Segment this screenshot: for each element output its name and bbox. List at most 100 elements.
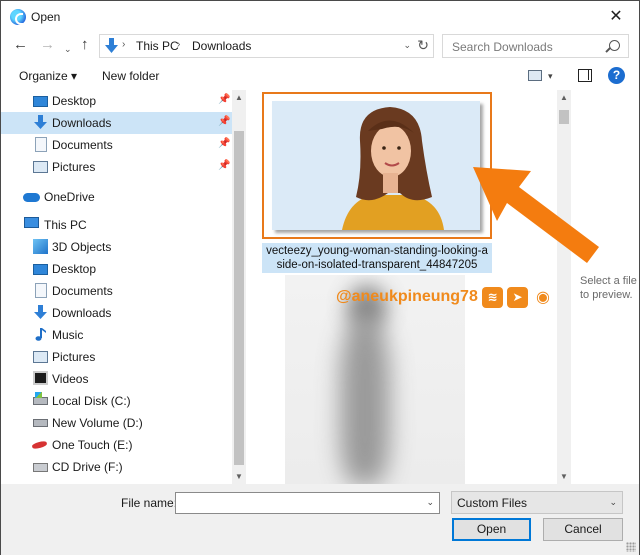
- sidebar-item-label: Local Disk (C:): [52, 394, 131, 408]
- search-placeholder: Search Downloads: [452, 40, 553, 54]
- sidebar-item-music[interactable]: Music: [1, 324, 232, 346]
- open-button[interactable]: Open: [452, 518, 531, 541]
- onedrive-cloud-icon: [23, 193, 40, 202]
- refresh-icon[interactable]: ↻: [417, 37, 429, 54]
- sidebar-item-local-disk-c[interactable]: Local Disk (C:): [1, 390, 232, 412]
- up-arrow-icon[interactable]: ↑: [81, 37, 89, 53]
- this-pc-icon: [24, 217, 39, 228]
- sidebar-item-label: Desktop: [52, 94, 97, 108]
- sidebar-item-cd-drive-f[interactable]: CD Drive (F:): [1, 456, 232, 478]
- navigation-pane: Desktop 📌 Downloads 📌 Documents 📌 Pictur…: [1, 90, 246, 484]
- download-icon: [34, 305, 47, 319]
- recent-locations-chevron-icon[interactable]: ⌄: [64, 41, 72, 57]
- title-bar: Open ✕: [1, 1, 639, 33]
- file-thumbnail-frame[interactable]: [262, 92, 492, 239]
- blurred-file-item[interactable]: [285, 275, 465, 484]
- file-name-dropdown-icon[interactable]: ⌄: [426, 497, 434, 508]
- pin-icon: 📌: [218, 116, 231, 127]
- sidebar-item-documents-pc[interactable]: Documents: [1, 280, 232, 302]
- download-icon: [105, 38, 118, 53]
- scrollbar-thumb[interactable]: [234, 131, 244, 465]
- sidebar-item-documents[interactable]: Documents 📌: [1, 134, 232, 156]
- breadcrumb-downloads[interactable]: Downloads: [192, 39, 251, 53]
- forward-arrow-icon[interactable]: →: [40, 37, 55, 53]
- sidebar-item-label: Documents: [52, 138, 113, 152]
- sidebar-item-one-touch-e[interactable]: One Touch (E:): [1, 434, 232, 456]
- new-folder-button[interactable]: New folder: [102, 69, 159, 83]
- help-icon[interactable]: ?: [608, 67, 625, 84]
- sidebar-item-pictures-pc[interactable]: Pictures: [1, 346, 232, 368]
- chevron-down-icon[interactable]: ⌄: [609, 497, 617, 508]
- preview-pane-toggle-icon[interactable]: [578, 69, 592, 82]
- sidebar-item-3d-objects[interactable]: 3D Objects: [1, 236, 232, 258]
- organize-button[interactable]: Organize ▾: [19, 69, 77, 83]
- 3d-objects-icon: [33, 239, 48, 254]
- breadcrumb-this-pc[interactable]: This PC: [136, 39, 179, 53]
- sidebar-item-videos[interactable]: Videos: [1, 368, 232, 390]
- address-row: ← → ⌄ ↑ › This PC › Downloads ⌄ ↻ Search…: [1, 33, 639, 59]
- open-file-dialog: Open ✕ ← → ⌄ ↑ › This PC › Downloads ⌄ ↻…: [0, 0, 640, 555]
- breadcrumb-separator-icon[interactable]: ›: [122, 39, 125, 50]
- sidebar-item-label: CD Drive (F:): [52, 460, 123, 474]
- scroll-up-icon[interactable]: ▲: [560, 93, 568, 102]
- file-type-select[interactable]: Custom Files ⌄: [451, 491, 623, 514]
- file-name-input[interactable]: ⌄: [175, 492, 440, 514]
- documents-icon: [35, 283, 47, 298]
- videos-icon: [33, 371, 48, 385]
- sidebar-item-onedrive[interactable]: OneDrive: [1, 186, 232, 208]
- file-name-line: side-on-isolated-transparent_44847205: [276, 259, 478, 271]
- local-disk-icon: [33, 397, 48, 405]
- file-list-scrollbar[interactable]: ▲ ▼: [557, 90, 571, 484]
- sidebar-item-downloads[interactable]: Downloads 📌: [1, 112, 232, 134]
- window-title: Open: [31, 10, 61, 24]
- sidebar-item-label: New Volume (D:): [52, 416, 143, 430]
- windows-logo-icon: [35, 392, 42, 398]
- command-bar: Organize ▾ New folder ▾ ?: [1, 62, 639, 89]
- back-arrow-icon[interactable]: ←: [13, 37, 28, 53]
- search-icon[interactable]: [609, 40, 620, 51]
- resize-grip-icon[interactable]: [626, 542, 636, 552]
- external-drive-icon: [31, 440, 48, 450]
- desktop-icon: [33, 96, 48, 107]
- pictures-icon: [33, 351, 48, 363]
- address-bar[interactable]: › This PC › Downloads ⌄ ↻: [99, 34, 434, 58]
- telegram-icon: ➤: [507, 287, 528, 308]
- file-type-value: Custom Files: [457, 496, 528, 510]
- file-name-field-label: File name:: [121, 496, 178, 510]
- navigation-scrollbar[interactable]: ▲ ▼: [232, 90, 246, 484]
- scroll-down-icon[interactable]: ▼: [235, 472, 243, 481]
- sidebar-item-this-pc[interactable]: This PC: [1, 214, 232, 236]
- file-item[interactable]: vecteezy_young-woman-standing-looking-a …: [262, 92, 492, 273]
- view-options-icon[interactable]: [528, 70, 542, 81]
- sidebar-item-desktop[interactable]: Desktop 📌: [1, 90, 232, 112]
- sidebar-item-label: Pictures: [52, 350, 96, 364]
- sidebar-item-downloads-pc[interactable]: Downloads: [1, 302, 232, 324]
- close-button[interactable]: ✕: [593, 1, 639, 33]
- steemit-icon: ≋: [482, 287, 503, 308]
- sidebar-item-label: Videos: [52, 372, 89, 386]
- app-logo-icon: [10, 9, 26, 25]
- music-icon: [35, 328, 46, 341]
- drive-icon: [33, 419, 48, 427]
- view-dropdown-icon[interactable]: ▾: [548, 71, 553, 82]
- scrollbar-thumb[interactable]: [559, 110, 569, 124]
- search-box[interactable]: Search Downloads: [442, 34, 629, 58]
- sidebar-item-label: Documents: [52, 284, 113, 298]
- sidebar-item-pictures[interactable]: Pictures 📌: [1, 156, 232, 178]
- breadcrumb-separator-icon[interactable]: ›: [177, 39, 180, 50]
- file-name-label[interactable]: vecteezy_young-woman-standing-looking-a …: [262, 243, 492, 273]
- woman-portrait-image: [272, 101, 480, 230]
- pin-icon: 📌: [218, 94, 231, 105]
- sidebar-item-new-volume-d[interactable]: New Volume (D:): [1, 412, 232, 434]
- watermark-handle: @aneukpineung78: [336, 288, 478, 305]
- preview-pane: Select a file to preview.: [571, 90, 639, 484]
- pictures-icon: [33, 161, 48, 173]
- sidebar-item-desktop-pc[interactable]: Desktop: [1, 258, 232, 280]
- file-name-line: vecteezy_young-woman-standing-looking-a: [266, 245, 488, 257]
- scroll-down-icon[interactable]: ▼: [560, 472, 568, 481]
- cancel-button[interactable]: Cancel: [543, 518, 623, 541]
- address-dropdown-icon[interactable]: ⌄: [403, 40, 411, 51]
- scroll-up-icon[interactable]: ▲: [235, 93, 243, 102]
- sidebar-item-label: Downloads: [52, 306, 112, 320]
- pin-icon: 📌: [218, 138, 231, 149]
